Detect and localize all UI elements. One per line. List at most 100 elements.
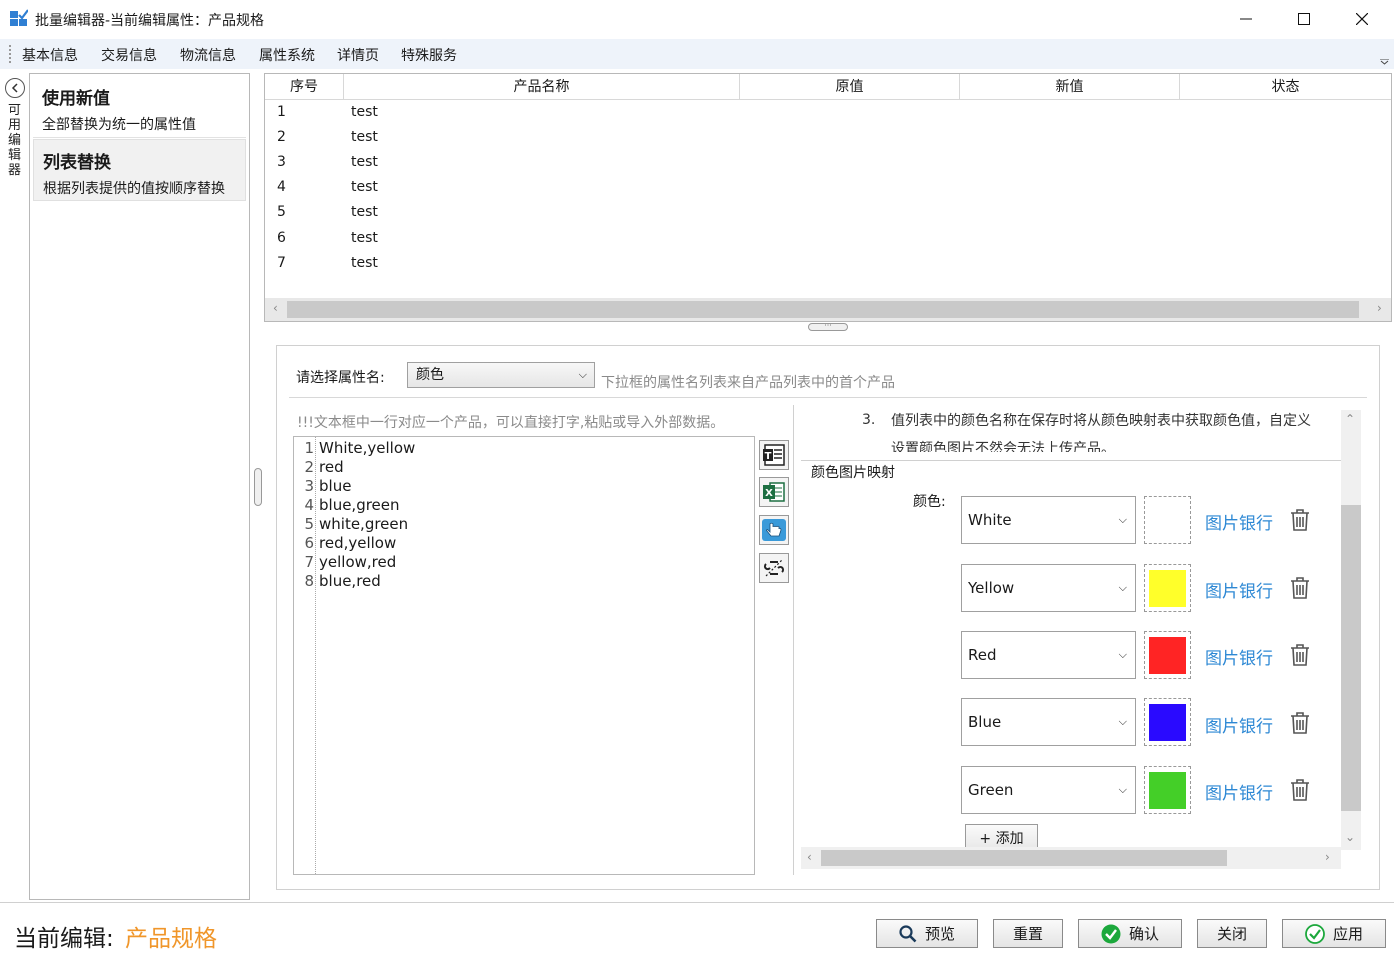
color-swatch-box[interactable] xyxy=(1144,496,1191,544)
image-bank-link[interactable]: 图片银行 xyxy=(1205,779,1273,804)
row-index: 2 xyxy=(277,129,286,145)
minimize-button[interactable] xyxy=(1217,0,1275,38)
attribute-select[interactable]: 颜色 ⌵ xyxy=(407,362,595,388)
editor-option-new-value[interactable]: 使用新值 全部替换为统一的属性值 xyxy=(33,76,246,138)
line-number: 8 xyxy=(304,572,314,590)
menu-grip xyxy=(9,45,11,63)
apply-button[interactable]: 应用 xyxy=(1282,919,1386,948)
note-text-2: 设置颜色图片不然会无法上传产品。 xyxy=(891,441,1115,452)
row-product-name: test xyxy=(351,255,378,271)
text-import-icon: T xyxy=(763,444,785,466)
chevron-down-icon: ⌵ xyxy=(578,368,587,381)
check-circle-icon xyxy=(1101,924,1121,943)
column-header-index[interactable]: 序号 xyxy=(265,74,344,100)
color-swatch-box[interactable] xyxy=(1144,766,1191,814)
color-name-select[interactable]: Green ⌵ xyxy=(961,766,1136,814)
preview-button[interactable]: 预览 xyxy=(876,919,978,948)
color-name-select[interactable]: Yellow ⌵ xyxy=(961,564,1136,612)
row-index: 5 xyxy=(277,204,286,220)
scroll-thumb[interactable] xyxy=(821,850,1227,866)
scroll-thumb[interactable] xyxy=(287,301,1359,318)
menu-attribute-system[interactable]: 属性系统 xyxy=(259,45,315,65)
menu-special-service[interactable]: 特殊服务 xyxy=(401,45,457,65)
column-header-new-value[interactable]: 新值 xyxy=(960,74,1180,100)
color-name-select[interactable]: Blue ⌵ xyxy=(961,698,1136,746)
table-horizontal-scrollbar[interactable]: ‹ › xyxy=(265,298,1391,321)
menu-overflow-icon[interactable] xyxy=(1380,59,1389,65)
vertical-splitter[interactable] xyxy=(254,468,262,506)
horizontal-splitter[interactable]: ··· xyxy=(808,322,848,331)
column-header-old-value[interactable]: 原值 xyxy=(740,74,960,100)
column-header-status[interactable]: 状态 xyxy=(1180,74,1391,100)
attribute-hint: 下拉框的属性名列表来自产品列表中的首个产品 xyxy=(601,375,895,391)
color-name-select[interactable]: Red ⌵ xyxy=(961,631,1136,679)
link-chain-icon xyxy=(763,559,785,577)
menu-trade-info[interactable]: 交易信息 xyxy=(101,45,157,65)
scroll-right-icon[interactable]: › xyxy=(1325,850,1330,864)
color-map-horizontal-scrollbar[interactable]: ‹ › xyxy=(801,847,1341,869)
table-row[interactable]: 5 test xyxy=(265,202,1391,227)
close-window-button[interactable] xyxy=(1333,0,1391,38)
color-swatch-box[interactable] xyxy=(1144,698,1191,746)
scroll-left-icon[interactable]: ‹ xyxy=(807,850,812,864)
close-button-label: 关闭 xyxy=(1216,925,1247,943)
window-title: 批量编辑器-当前编辑属性：产品规格 xyxy=(35,13,265,29)
reset-button[interactable]: 重置 xyxy=(993,919,1063,948)
table-row[interactable]: 6 test xyxy=(265,228,1391,253)
table-row[interactable]: 7 test xyxy=(265,253,1391,278)
maximize-button[interactable] xyxy=(1275,0,1333,38)
table-row[interactable]: 2 test xyxy=(265,127,1391,152)
line-text: red,yellow xyxy=(319,534,397,552)
color-swatch xyxy=(1149,570,1186,607)
link-button[interactable] xyxy=(759,553,789,583)
delete-row-icon[interactable] xyxy=(1289,576,1311,600)
scroll-down-icon[interactable]: ⌄ xyxy=(1345,830,1355,844)
color-name-select[interactable]: White ⌵ xyxy=(961,496,1136,544)
image-bank-link[interactable]: 图片银行 xyxy=(1205,712,1273,737)
menu-logistics-info[interactable]: 物流信息 xyxy=(180,45,236,65)
import-excel-button[interactable]: X xyxy=(759,477,789,507)
image-bank-link[interactable]: 图片银行 xyxy=(1205,509,1273,534)
scroll-up-icon[interactable]: ⌃ xyxy=(1345,412,1355,426)
color-swatch xyxy=(1149,502,1186,539)
scroll-right-icon[interactable]: › xyxy=(1377,301,1382,315)
column-header-product-name[interactable]: 产品名称 xyxy=(344,74,740,100)
scroll-left-icon[interactable]: ‹ xyxy=(273,301,278,315)
editor-option-list-replace[interactable]: 列表替换 根据列表提供的值按顺序替换 xyxy=(33,139,246,201)
image-bank-link[interactable]: 图片银行 xyxy=(1205,577,1273,602)
table-row[interactable]: 4 test xyxy=(265,177,1391,202)
row-product-name: test xyxy=(351,204,378,220)
pick-button[interactable] xyxy=(759,515,789,545)
current-edit-value: 产品规格 xyxy=(125,926,217,952)
close-button[interactable]: 关闭 xyxy=(1197,919,1267,948)
menu-basic-info[interactable]: 基本信息 xyxy=(22,45,78,65)
color-swatch-box[interactable] xyxy=(1144,631,1191,679)
confirm-button[interactable]: 确认 xyxy=(1078,919,1182,948)
menu-detail-page[interactable]: 详情页 xyxy=(337,45,379,65)
line-number: 6 xyxy=(304,534,314,552)
minimize-icon xyxy=(1240,18,1252,20)
line-number: 5 xyxy=(304,515,314,533)
table-row[interactable]: 3 test xyxy=(265,152,1391,177)
color-map-vertical-scrollbar[interactable]: ⌃ ⌄ xyxy=(1341,410,1361,850)
color-swatch xyxy=(1149,704,1186,741)
delete-row-icon[interactable] xyxy=(1289,711,1311,735)
line-text: white,green xyxy=(319,515,409,533)
delete-row-icon[interactable] xyxy=(1289,508,1311,532)
line-number: 1 xyxy=(304,439,314,457)
line-number: 3 xyxy=(304,477,314,495)
delete-row-icon[interactable] xyxy=(1289,643,1311,667)
image-bank-link[interactable]: 图片银行 xyxy=(1205,644,1273,669)
color-swatch-box[interactable] xyxy=(1144,564,1191,612)
collapse-button[interactable] xyxy=(5,78,25,98)
value-list-editor[interactable]: 1 White,yellow 2 red 3 blue 4 blue,green 5 wh… xyxy=(293,436,755,875)
svg-text:X: X xyxy=(765,488,773,499)
import-text-button[interactable]: T xyxy=(759,440,789,470)
side-tab[interactable]: 可用编辑器 xyxy=(0,73,28,903)
row-index: 3 xyxy=(277,154,286,170)
row-product-name: test xyxy=(351,129,378,145)
delete-row-icon[interactable] xyxy=(1289,778,1311,802)
scroll-thumb[interactable] xyxy=(1341,505,1361,811)
divider xyxy=(793,405,794,875)
table-row[interactable]: 1 test xyxy=(265,102,1391,127)
